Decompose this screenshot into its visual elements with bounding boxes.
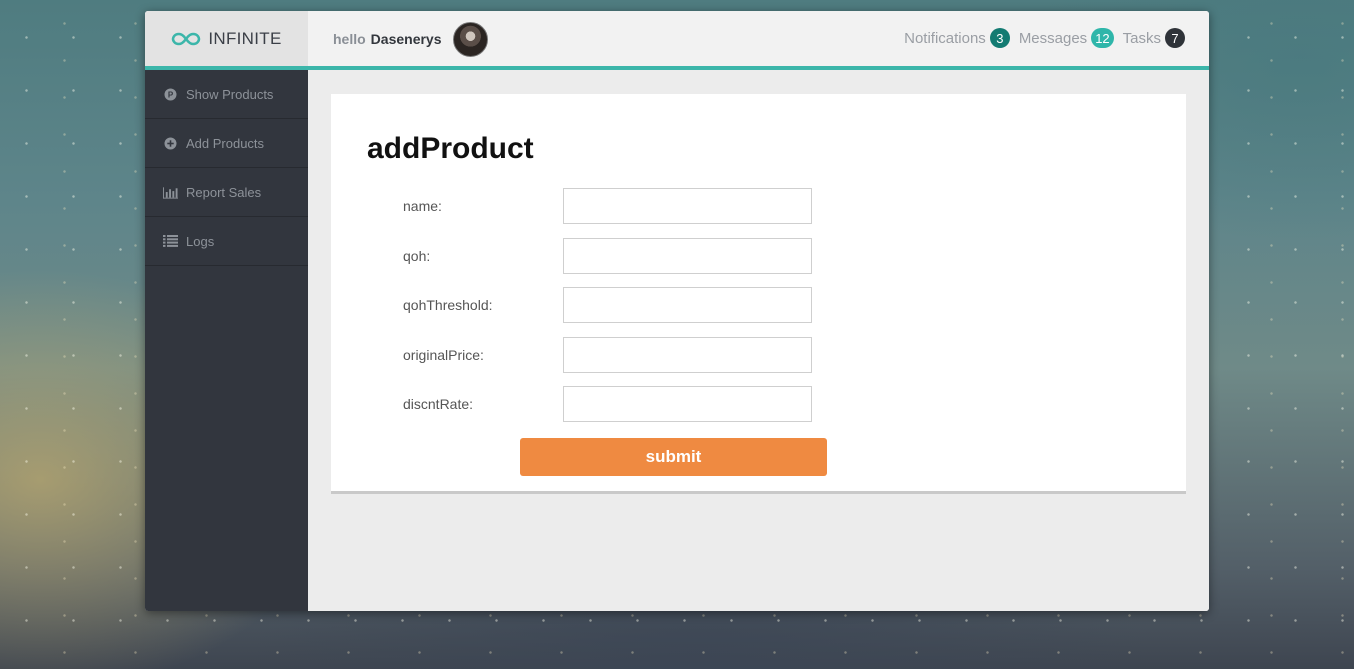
form-row-name: name: — [403, 188, 823, 224]
original-price-field[interactable] — [563, 337, 812, 373]
submit-button[interactable]: submit — [520, 438, 827, 476]
name-field[interactable] — [563, 188, 812, 224]
list-icon — [163, 235, 178, 248]
original-price-label: originalPrice: — [403, 347, 484, 363]
bar-chart-icon — [163, 186, 178, 199]
app-window: INFINITE hello Dasenerys Notifications 3… — [145, 11, 1209, 611]
qoh-threshold-label: qohThreshold: — [403, 297, 493, 313]
p-circle-icon: P — [163, 88, 178, 101]
sidebar-item-label: Report Sales — [186, 184, 262, 200]
greeting-hello: hello — [333, 31, 366, 47]
top-nav: Notifications 3 Messages 12 Tasks 7 — [895, 28, 1185, 48]
add-product-card: addProduct name: qoh: qohThreshold: orig… — [331, 94, 1186, 494]
nav-tasks-label: Tasks — [1122, 29, 1161, 47]
qoh-label: qoh: — [403, 248, 431, 264]
nav-tasks[interactable]: Tasks 7 — [1123, 28, 1185, 48]
main-content: addProduct name: qoh: qohThreshold: orig… — [308, 70, 1209, 611]
sidebar-item-report-sales[interactable]: Report Sales — [145, 168, 308, 217]
qoh-field[interactable] — [563, 238, 812, 274]
qoh-threshold-field[interactable] — [563, 287, 812, 323]
messages-badge: 12 — [1091, 28, 1114, 48]
sidebar-item-add-products[interactable]: Add Products — [145, 119, 308, 168]
page-title: addProduct — [367, 132, 534, 165]
form-row-original-price: originalPrice: — [403, 337, 823, 373]
sidebar-item-label: Add Products — [186, 135, 265, 151]
notifications-badge: 3 — [989, 28, 1010, 48]
tasks-badge: 7 — [1165, 28, 1185, 48]
discnt-rate-label: discntRate: — [403, 396, 474, 412]
username[interactable]: Dasenerys — [371, 31, 442, 47]
sidebar-item-logs[interactable]: Logs — [145, 217, 308, 266]
avatar[interactable] — [452, 21, 488, 57]
form-row-discnt-rate: discntRate: — [403, 386, 823, 422]
name-label: name: — [403, 198, 442, 214]
form-row-qoh-threshold: qohThreshold: — [403, 287, 823, 323]
nav-notifications-label: Notifications — [904, 29, 986, 47]
discnt-rate-field[interactable] — [563, 386, 812, 422]
infinity-icon — [172, 32, 201, 45]
user-greeting: hello Dasenerys — [333, 21, 488, 57]
sidebar-item-label: Logs — [186, 233, 215, 249]
form-row-qoh: qoh: — [403, 238, 823, 274]
sidebar-item-label: Show Products — [186, 86, 274, 102]
sidebar-item-show-products[interactable]: P Show Products — [145, 70, 308, 119]
sidebar: P Show Products Add Products Report Sale… — [145, 70, 308, 611]
nav-notifications[interactable]: Notifications 3 — [904, 28, 1010, 48]
nav-messages-label: Messages — [1018, 29, 1088, 47]
brand-logo[interactable]: INFINITE — [145, 11, 308, 66]
top-bar: INFINITE hello Dasenerys Notifications 3… — [145, 11, 1209, 70]
svg-text:P: P — [168, 90, 174, 99]
nav-messages[interactable]: Messages 12 — [1019, 28, 1114, 48]
brand-name: INFINITE — [208, 28, 282, 48]
plus-circle-icon — [163, 137, 178, 150]
